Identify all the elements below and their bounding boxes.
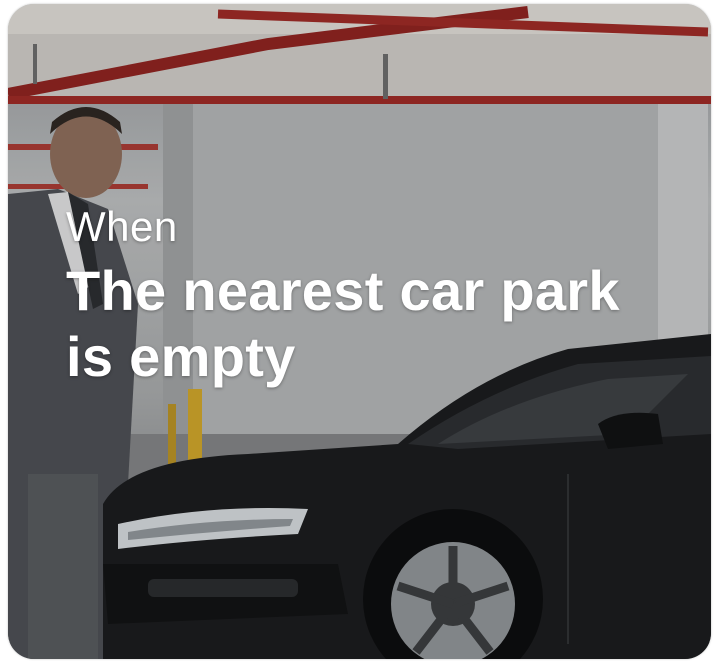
promo-card[interactable]: When The nearest car park is empty (8, 4, 711, 659)
eyebrow-text: When (66, 203, 178, 250)
card-headline: The nearest car park is empty (66, 259, 620, 388)
card-text: When The nearest car park is empty (66, 202, 666, 390)
